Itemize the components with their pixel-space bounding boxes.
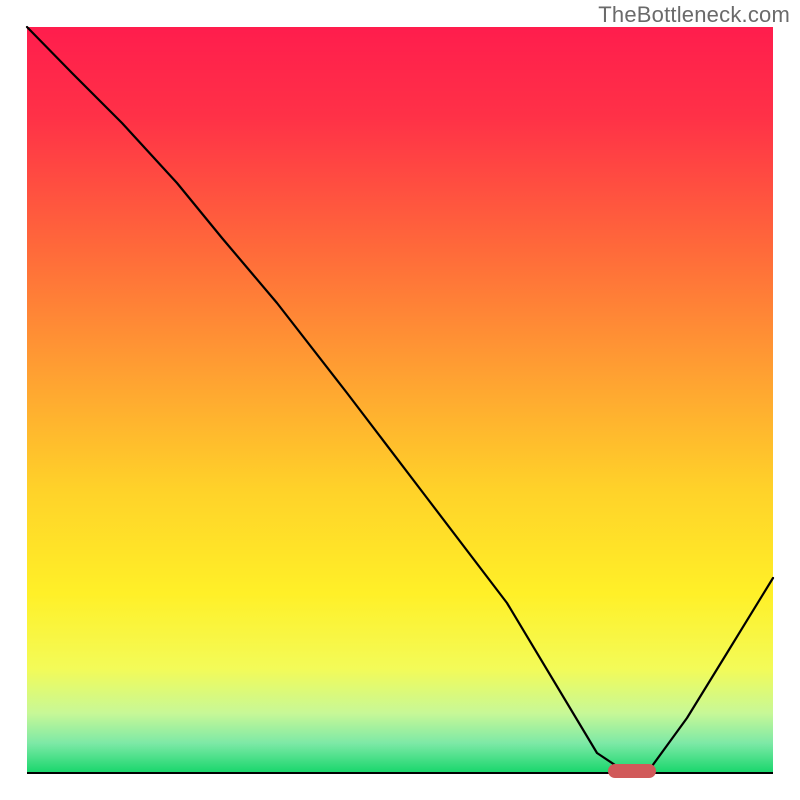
bottleneck-chart (0, 0, 800, 800)
watermark-text: TheBottleneck.com (598, 2, 790, 28)
gradient-background (27, 27, 773, 773)
optimal-marker (608, 764, 656, 778)
